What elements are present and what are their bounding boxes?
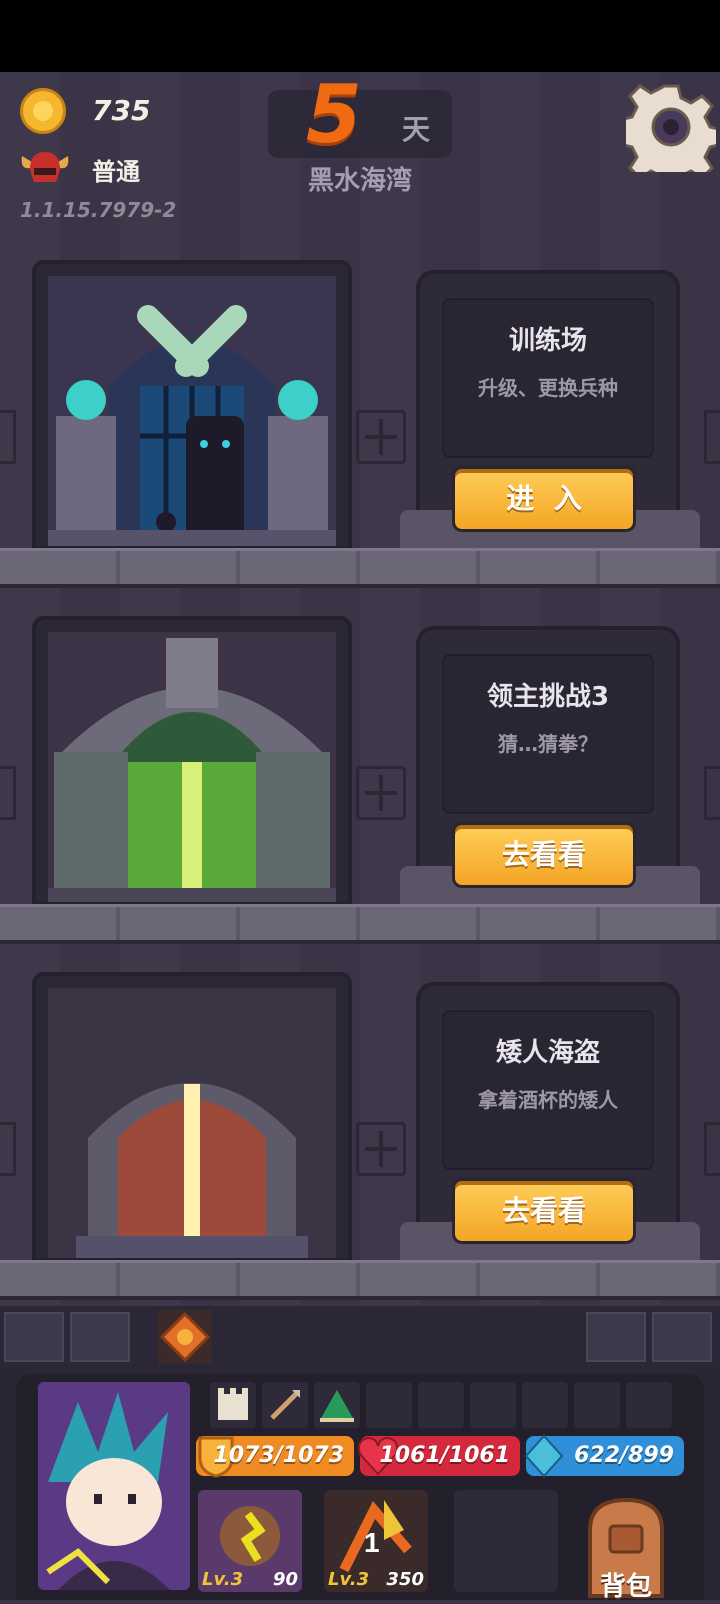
go-look-button-label: 去看看 [501,838,586,871]
version-label: 1.1.15.7979-2 [20,198,177,222]
wooden-door-illustration [76,1083,308,1258]
buff-slot-castle-icon[interactable] [210,1382,256,1428]
green-door-illustration [48,638,336,902]
belt-decoration [70,1312,130,1362]
buff-slot-empty[interactable] [522,1382,568,1428]
wall-ornament [356,766,406,820]
relic-gem-icon[interactable] [158,1310,212,1364]
gold-coin-icon [20,88,66,134]
skill-cost: 90 [272,1569,298,1590]
wall-ornament [356,410,406,464]
location-name: 黑水海湾 [307,166,412,196]
armor-bar: 1073/1073 [196,1436,354,1478]
training-room-illustration [48,305,336,546]
buff-slot-empty[interactable] [574,1382,620,1428]
floor-boss-challenge: 领主挑战3 猜…猜拳？ 去看看 [0,616,720,974]
boss-room-image [48,632,336,902]
gold-amount: 735 [92,94,151,127]
enter-button-label: 进 入 [506,482,582,515]
day-unit: 天 [402,113,431,146]
floor-subtitle: 拿着酒杯的矮人 [478,1088,618,1112]
backpack-button[interactable]: 背包 [576,1490,676,1602]
wall-ornament-right [704,410,720,464]
floor-ledge [0,548,720,588]
wall-ornament [356,1122,406,1176]
floor-info-panel: 训练场 升级、更换兵种 [442,298,654,458]
buff-slot-empty[interactable] [470,1382,516,1428]
backpack-label: 背包 [599,1572,652,1602]
go-look-button[interactable]: 去看看 [452,822,636,888]
floor-ledge [0,904,720,944]
belt-decoration [652,1312,712,1362]
buff-slot-arrow-icon[interactable] [262,1382,308,1428]
floor-training: 训练场 升级、更换兵种 进 入 [0,260,720,618]
wall-ornament-left [0,410,16,464]
skill-slot-1[interactable]: Lv.3 90 [198,1490,302,1592]
belt-decoration [586,1312,646,1362]
settings-gear-icon[interactable] [626,82,716,172]
skill-slot-2[interactable]: 1 Lv.3 350 [324,1490,428,1592]
dwarf-room-image [48,988,336,1258]
wall-ornament-right [704,766,720,820]
health-value: 1061/1061 [379,1443,511,1468]
dwarf-room-frame [32,972,352,1262]
wall-ornament-right [704,1122,720,1176]
buff-slot-empty[interactable] [418,1382,464,1428]
skill-cost: 350 [386,1569,424,1590]
wall-ornament-left [0,766,16,820]
buff-slot-empty[interactable] [626,1382,672,1428]
svg-text:1: 1 [364,1527,380,1558]
floor-ledge [0,1260,720,1300]
skill-level: Lv.3 [202,1569,244,1590]
hero-portrait[interactable] [38,1382,190,1590]
training-room-image [48,276,336,546]
buff-slot-tent-icon[interactable] [314,1382,360,1428]
go-look-button-label: 去看看 [501,1194,586,1227]
training-room-frame [32,260,352,550]
boss-room-frame [32,616,352,906]
belt-decoration [4,1312,64,1362]
floor-subtitle: 猜…猜拳？ [498,732,598,756]
floor-dwarf-pirate: 矮人海盗 拿着酒杯的矮人 去看看 [0,972,720,1330]
skill-slot-empty[interactable] [454,1490,558,1592]
floor-title: 领主挑战3 [486,682,610,712]
difficulty-label: 普通 [92,158,140,186]
health-bar: 1061/1061 [358,1436,520,1476]
floor-title: 矮人海盗 [495,1038,600,1068]
floor-subtitle: 升级、更换兵种 [478,376,618,400]
enter-button[interactable]: 进 入 [452,466,636,532]
floor-title: 训练场 [508,326,587,356]
floor-info-panel: 领主挑战3 猜…猜拳？ [442,654,654,814]
horned-helmet-icon [21,152,69,182]
armor-value: 1073/1073 [213,1443,345,1468]
go-look-button[interactable]: 去看看 [452,1178,636,1244]
day-number: 5 [306,68,362,161]
mana-bar: 622/899 [524,1434,684,1478]
status-bar [0,0,720,72]
buff-slot-empty[interactable] [366,1382,412,1428]
floor-info-panel: 矮人海盗 拿着酒杯的矮人 [442,1010,654,1170]
mana-value: 622/899 [574,1443,674,1468]
hero-avatar-illustration [38,1382,190,1590]
wall-ornament-left [0,1122,16,1176]
skill-level: Lv.3 [328,1569,370,1590]
